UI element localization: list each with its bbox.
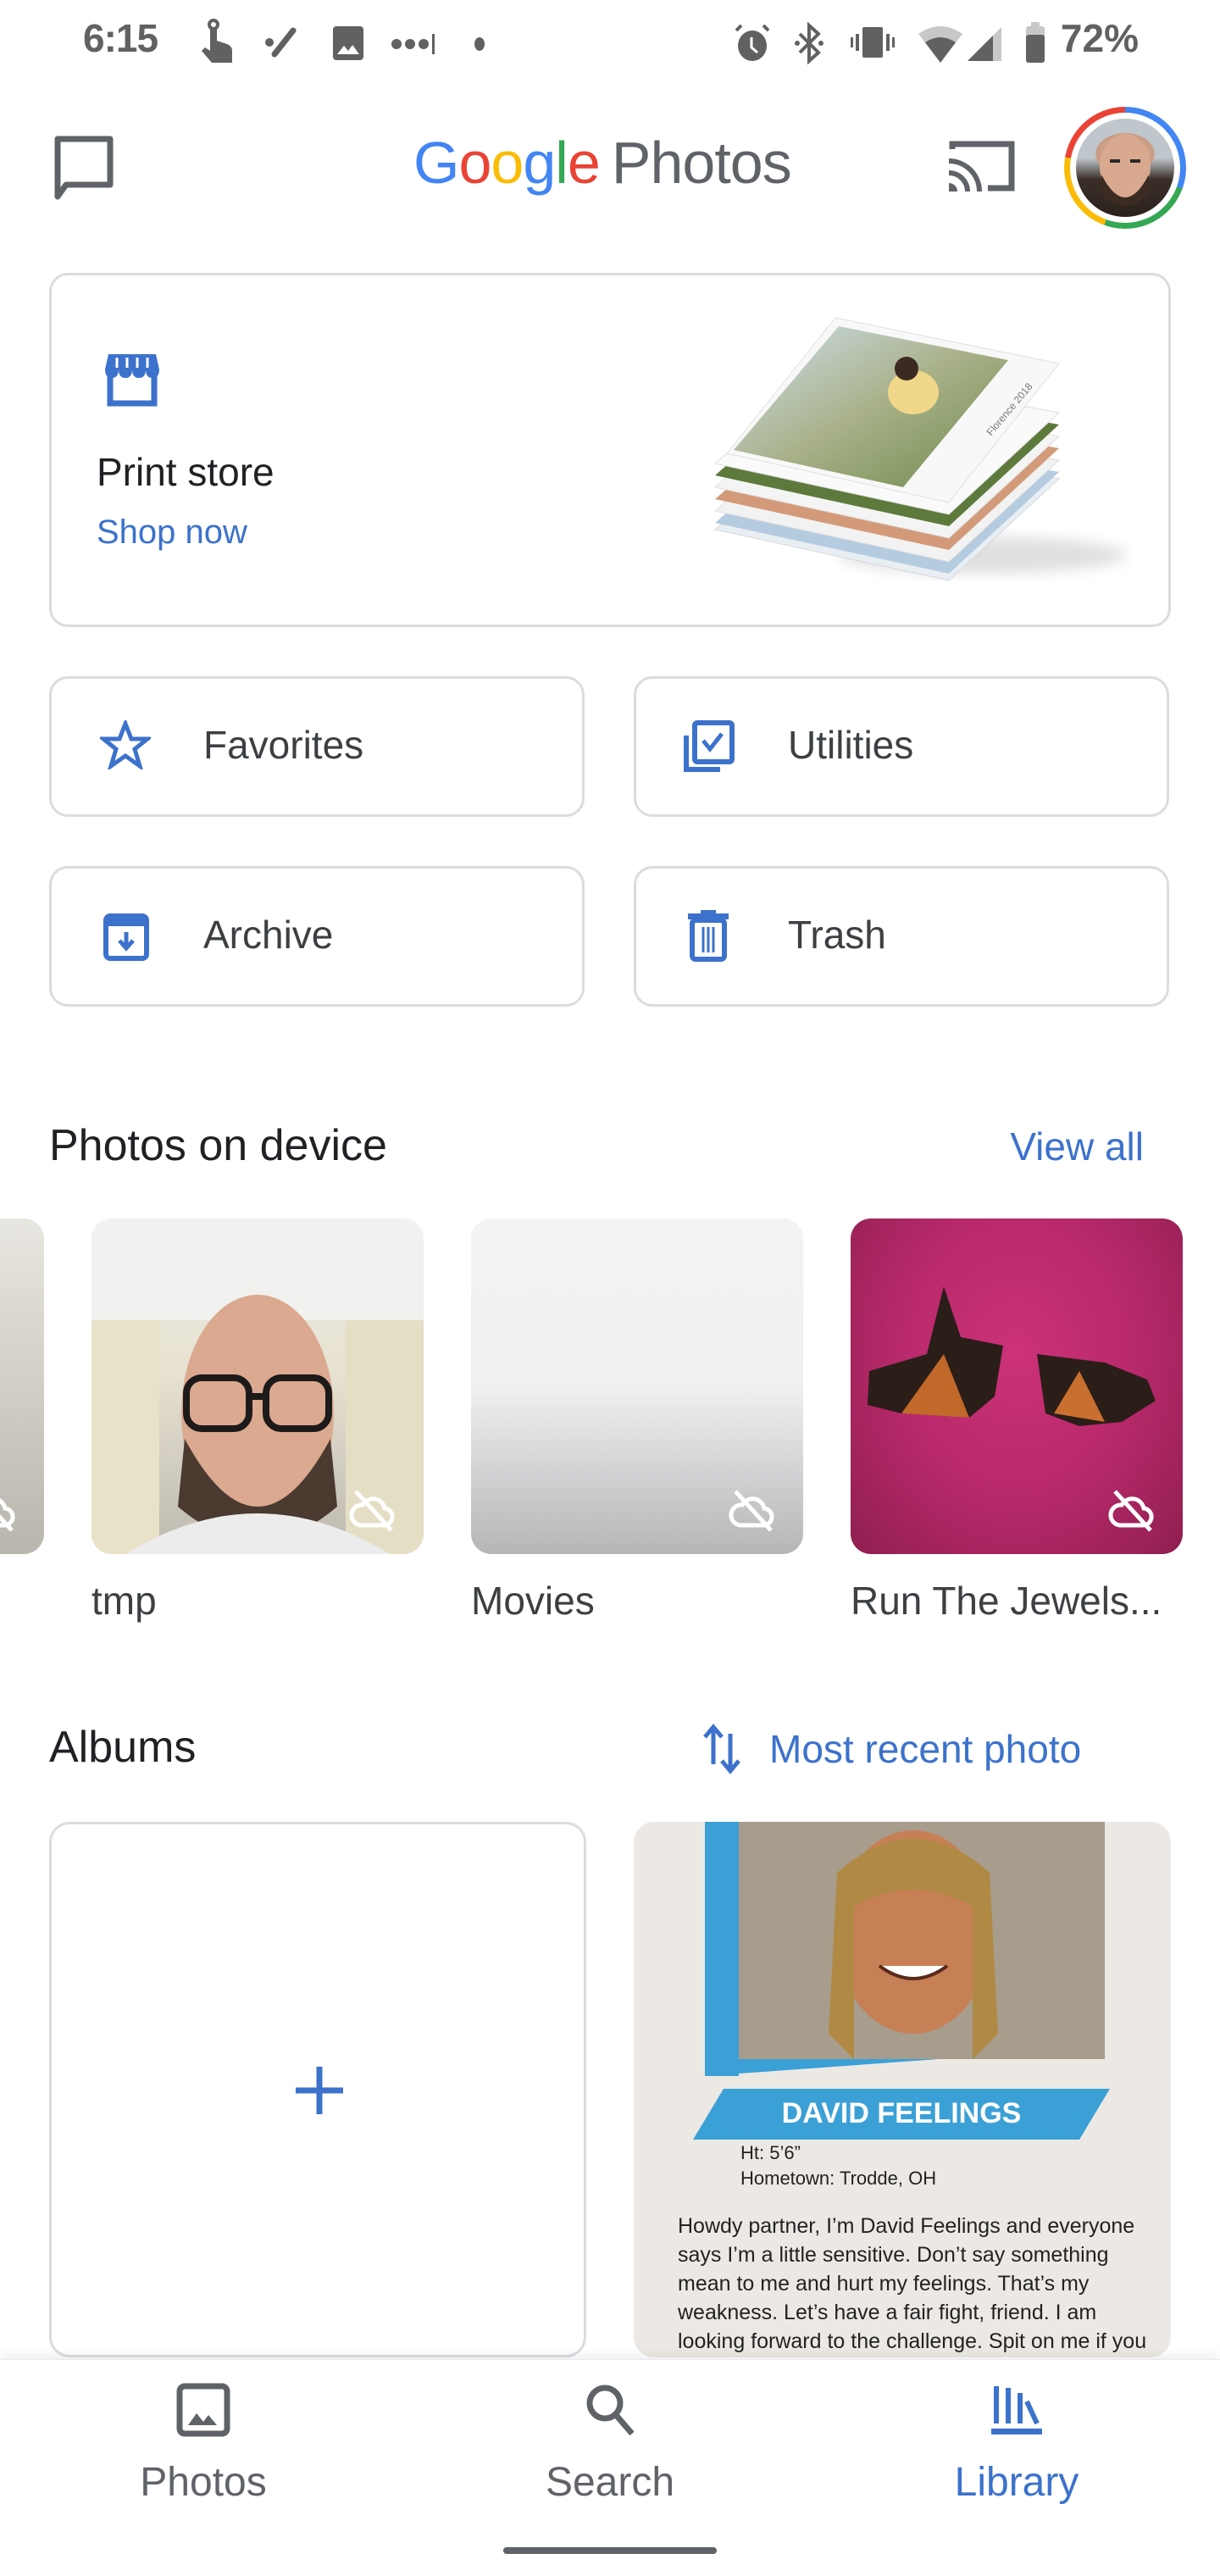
storefront-icon <box>105 354 159 407</box>
utilities-label: Utilities <box>788 723 914 767</box>
sort-albums-button[interactable]: Most recent photo <box>702 1724 1081 1774</box>
device-folder-label: tmp <box>92 1579 157 1623</box>
nav-search[interactable]: Search <box>483 2383 737 2527</box>
card-hometown: Hometown: Trodde, OH <box>740 2168 936 2189</box>
device-folder-label: Run The Jewels... <box>851 1579 1162 1623</box>
device-folder-partial[interactable] <box>0 1219 44 1554</box>
status-time: 6:15 <box>83 16 158 60</box>
logo-letter: o <box>458 130 491 196</box>
archive-label: Archive <box>203 913 334 957</box>
wifi-icon <box>918 26 962 63</box>
albums-title: Albums <box>49 1723 197 1772</box>
logo-product-name: Photos <box>611 130 792 196</box>
device-folder-tmp[interactable] <box>92 1219 424 1554</box>
bluetooth-icon <box>795 22 824 64</box>
dot-icon <box>474 37 485 51</box>
nav-library-label: Library <box>954 2460 1079 2505</box>
archive-icon <box>103 913 149 961</box>
album-tile[interactable]: DAVID FEELINGS Ht: 5’6” Hometown: Trodde… <box>634 1822 1171 2357</box>
cell-signal-icon <box>968 27 1001 61</box>
vibrate-icon <box>851 27 895 58</box>
nav-photos[interactable]: Photos <box>76 2383 330 2527</box>
library-icon <box>991 2386 1042 2434</box>
logo-letter: g <box>523 130 556 196</box>
card-bio: Howdy partner, I’m David Feelings and ev… <box>678 2214 1147 2353</box>
cloud-off-icon <box>0 1498 15 1532</box>
logo-letter: o <box>491 130 524 196</box>
alarm-icon <box>735 24 770 61</box>
image-icon <box>333 26 363 60</box>
star-icon <box>100 720 151 769</box>
cast-icon[interactable] <box>947 137 1017 193</box>
favorites-label: Favorites <box>203 723 364 767</box>
sort-label: Most recent photo <box>769 1727 1082 1771</box>
trash-icon <box>688 910 729 962</box>
nav-search-label: Search <box>545 2460 675 2505</box>
cloud-off-icon <box>1108 1490 1154 1532</box>
device-folder-movies[interactable] <box>471 1219 803 1554</box>
logo-letter: G <box>413 130 459 196</box>
edit-icon <box>265 27 297 58</box>
photos-icon <box>176 2383 230 2437</box>
message-icon[interactable] <box>53 136 115 200</box>
logo-letter: e <box>567 130 601 196</box>
trash-label: Trash <box>788 913 886 957</box>
avatar-photo <box>1076 119 1174 217</box>
photo-book-stack-image: Florence 2018 <box>713 317 1127 581</box>
print-store-title: Print store <box>97 450 274 494</box>
create-album-tile[interactable] <box>49 1822 586 2357</box>
battery-percent: 72% <box>1060 16 1139 60</box>
search-icon <box>586 2384 635 2436</box>
home-indicator[interactable] <box>503 2547 717 2554</box>
card-name: DAVID FEELINGS <box>782 2097 1022 2129</box>
sort-icon <box>703 1724 740 1774</box>
photos-on-device-title: Photos on device <box>49 1121 387 1170</box>
plus-icon <box>296 2067 343 2114</box>
card-height: Ht: 5’6” <box>740 2142 801 2163</box>
battery-icon <box>1026 22 1045 63</box>
avatar[interactable] <box>1064 107 1186 229</box>
utilities-icon <box>684 720 735 772</box>
nav-photos-label: Photos <box>140 2460 267 2505</box>
logo-letter: l <box>555 130 568 196</box>
cloud-off-icon <box>729 1490 774 1532</box>
device-folder-label: Movies <box>471 1579 595 1623</box>
touch-icon <box>202 19 232 63</box>
signal-dots-icon <box>391 34 435 54</box>
app-logo: Google Photos <box>413 129 792 197</box>
shop-now-link[interactable]: Shop now <box>97 514 247 552</box>
view-all-link[interactable]: View all <box>1010 1124 1144 1169</box>
avatar-border <box>1070 113 1180 223</box>
device-folder-run-the-jewels[interactable] <box>851 1219 1183 1554</box>
cloud-off-icon <box>349 1490 395 1532</box>
nav-library[interactable]: Library <box>890 2383 1144 2527</box>
avatar-face-icon <box>1100 134 1151 206</box>
